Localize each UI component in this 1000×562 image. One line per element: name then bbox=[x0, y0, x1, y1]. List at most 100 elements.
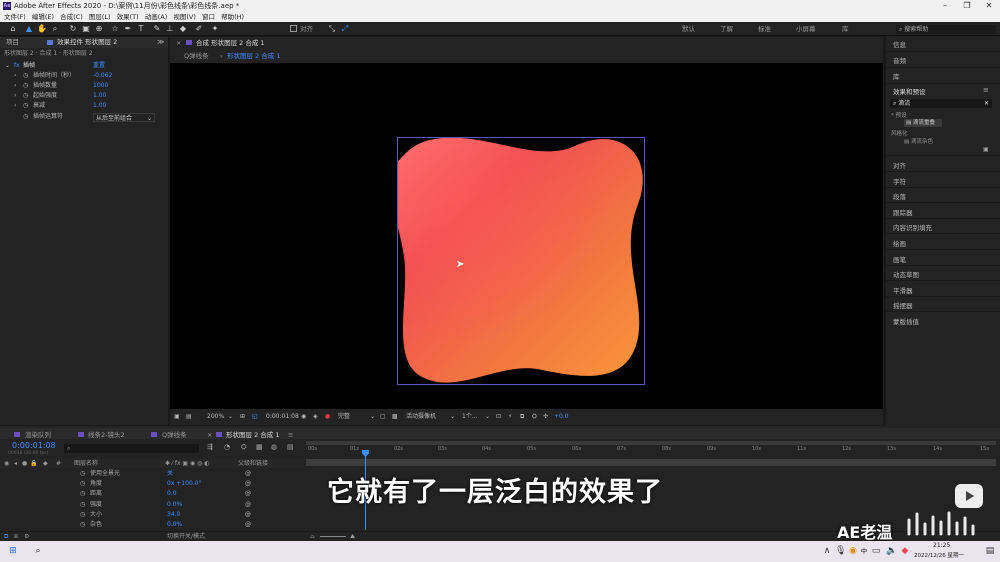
expression-pickwhip-icon[interactable]: @ bbox=[245, 469, 251, 479]
zoom-tool-icon[interactable]: ⌕ bbox=[50, 24, 60, 34]
label-icon[interactable]: ◆ bbox=[43, 459, 48, 468]
property-value[interactable]: 1.00 bbox=[93, 101, 106, 111]
expression-pickwhip-icon[interactable]: @ bbox=[245, 520, 251, 530]
close-icon[interactable]: × bbox=[207, 430, 212, 440]
property-value[interactable]: 34.0 bbox=[167, 510, 180, 520]
puppet-tool-icon[interactable]: ✦ bbox=[210, 24, 220, 34]
expand-arrow-icon[interactable]: › bbox=[14, 91, 16, 101]
property-value[interactable]: 1.00 bbox=[93, 91, 106, 101]
snap-options-icon[interactable]: ⤢ bbox=[340, 24, 350, 34]
work-area-bar[interactable] bbox=[306, 441, 996, 445]
visibility-icon[interactable]: ◉ bbox=[4, 459, 9, 468]
stopwatch-icon[interactable]: ◷ bbox=[80, 500, 85, 510]
panel-audio[interactable]: 音频 bbox=[893, 55, 906, 65]
reset-link[interactable]: 重置 bbox=[93, 61, 105, 71]
menu-effect[interactable]: 效果(T) bbox=[117, 12, 139, 22]
stopwatch-icon[interactable]: ◷ bbox=[23, 112, 28, 122]
solo-icon[interactable]: ● bbox=[22, 459, 27, 468]
clear-search-icon[interactable]: ✕ bbox=[984, 99, 989, 108]
composition-mini-flowchart-icon[interactable]: ⇶ bbox=[207, 443, 213, 451]
panel-align[interactable]: 对齐 bbox=[893, 160, 906, 170]
safe-margins-icon[interactable]: ⊞ bbox=[240, 409, 245, 425]
tab-project[interactable]: 项目 bbox=[6, 37, 19, 48]
fx-icon[interactable]: fx bbox=[14, 61, 20, 71]
snapshot-icon[interactable]: ◉ bbox=[301, 409, 306, 425]
layer-search-input[interactable]: ⌕ bbox=[64, 444, 199, 453]
align-checkbox[interactable] bbox=[290, 25, 297, 32]
ime-indicator[interactable]: 中 bbox=[859, 546, 869, 556]
region-of-interest-icon[interactable]: ▢ bbox=[380, 409, 386, 425]
clock-date[interactable]: 2022/12/26 星期一 bbox=[914, 551, 964, 559]
windows-start-icon[interactable]: ⊞ bbox=[8, 546, 18, 556]
breadcrumb-parent[interactable]: Q弹线条 bbox=[184, 51, 209, 61]
minimize-icon[interactable]: – bbox=[934, 0, 956, 12]
home-icon[interactable]: ⌂ bbox=[8, 24, 18, 34]
mask-visibility-icon[interactable]: ◱ bbox=[252, 409, 258, 425]
menu-window[interactable]: 窗口 bbox=[202, 12, 215, 22]
snap-icon[interactable]: ⤡ bbox=[327, 24, 337, 34]
clock-time[interactable]: 21:25 bbox=[933, 542, 950, 549]
effects-search-input[interactable]: ⌕ 滴流 ✕ bbox=[890, 99, 992, 108]
time-ruler[interactable]: 00s 01s 02s 03s 04s 05s 06s 07s 08s 09s … bbox=[306, 446, 996, 458]
stopwatch-icon[interactable]: ◷ bbox=[80, 469, 85, 479]
views-dropdown[interactable]: 1个... bbox=[462, 409, 478, 425]
tray-app-2-icon[interactable]: ◆ bbox=[900, 546, 910, 556]
tab-composition[interactable]: 合成 形状图层 2 合成 1 bbox=[196, 38, 265, 48]
channel-icon[interactable]: ● bbox=[325, 409, 330, 425]
grid-icon[interactable]: ▤ bbox=[186, 409, 192, 425]
taskbar-search-icon[interactable]: ⌕ bbox=[33, 546, 43, 556]
stopwatch-icon[interactable]: ◷ bbox=[23, 81, 28, 91]
microphone-icon[interactable]: 🎙 bbox=[835, 546, 846, 556]
panel-info[interactable]: 信息 bbox=[893, 39, 906, 49]
property-value[interactable]: 1000 bbox=[93, 81, 108, 91]
exposure-icon[interactable]: ✣ bbox=[543, 409, 548, 425]
panel-paint[interactable]: 绘画 bbox=[893, 238, 906, 248]
panel-motion-sketch[interactable]: 动态草图 bbox=[893, 269, 919, 279]
frame-blending-icon[interactable]: ▦ bbox=[256, 443, 263, 451]
menu-layer[interactable]: 图层(L) bbox=[89, 12, 111, 22]
layer-duration-bar[interactable] bbox=[306, 459, 996, 466]
tree-item-selected[interactable]: ▤ 滴流重叠 bbox=[904, 119, 942, 127]
panel-library[interactable]: 库 bbox=[893, 71, 900, 81]
flowchart-icon[interactable]: ⛭ bbox=[532, 409, 537, 425]
zoom-dropdown[interactable]: 200% bbox=[207, 409, 224, 425]
stopwatch-icon[interactable]: ◷ bbox=[23, 101, 28, 111]
panel-paragraph[interactable]: 段落 bbox=[893, 191, 906, 201]
audio-icon[interactable]: ◂ bbox=[14, 459, 17, 468]
panel-tracker[interactable]: 跟踪器 bbox=[893, 207, 913, 217]
expression-pickwhip-icon[interactable]: @ bbox=[245, 500, 251, 510]
property-value[interactable]: -0.062 bbox=[93, 71, 112, 81]
always-preview-icon[interactable]: ▣ bbox=[174, 409, 180, 425]
resolution-dropdown[interactable]: 完整 bbox=[338, 409, 350, 425]
tree-item[interactable]: ▤ 滴流杂色 bbox=[904, 137, 933, 145]
expression-pickwhip-icon[interactable]: @ bbox=[245, 489, 251, 499]
switches-icons[interactable]: ✱ ⁄ fx ▣ ◉ ◍ ◐ bbox=[165, 459, 210, 468]
property-value[interactable]: 0.0% bbox=[167, 520, 182, 530]
stopwatch-icon[interactable]: ◷ bbox=[80, 489, 85, 499]
exposure-value[interactable]: +0.0 bbox=[554, 409, 569, 425]
column-layer-name[interactable]: 图层名称 bbox=[74, 459, 98, 468]
expand-arrow-icon[interactable]: › bbox=[14, 71, 16, 81]
shy-icon[interactable]: ⛭ bbox=[241, 443, 247, 452]
timeline-icon[interactable]: ⧉ bbox=[520, 409, 524, 425]
tab-effect-controls[interactable]: 效果控件 形状图层 2 bbox=[57, 37, 117, 48]
notification-icon[interactable]: ▤ bbox=[985, 546, 995, 556]
property-value[interactable]: 0x +100.0° bbox=[167, 479, 201, 489]
menu-file[interactable]: 文件(F) bbox=[4, 12, 26, 22]
timeline-timecode[interactable]: 0:00:01:08 bbox=[12, 441, 56, 450]
eraser-tool-icon[interactable]: ◆ bbox=[178, 24, 188, 34]
menu-animation[interactable]: 动画(A) bbox=[145, 12, 168, 22]
tree-presets[interactable]: * 预设 bbox=[891, 111, 907, 119]
tree-stylize[interactable]: 风格化 bbox=[891, 129, 908, 137]
stopwatch-icon[interactable]: ◷ bbox=[23, 91, 28, 101]
zoom-slider[interactable] bbox=[320, 536, 346, 537]
stopwatch-icon[interactable]: ◷ bbox=[80, 510, 85, 520]
pen-tool-icon[interactable]: ✒ bbox=[123, 24, 133, 34]
shape-tool-icon[interactable]: ☆ bbox=[110, 24, 120, 34]
fast-previews-icon[interactable]: ⚡ bbox=[508, 409, 512, 425]
tab-bouncy-lines[interactable]: Q弹线条 bbox=[162, 430, 187, 440]
panel-character[interactable]: 字符 bbox=[893, 176, 906, 186]
network-icon[interactable]: ▭ bbox=[871, 546, 881, 556]
motion-blur-icon[interactable]: ◍ bbox=[271, 443, 277, 451]
property-value[interactable]: 0.0 bbox=[167, 489, 177, 499]
